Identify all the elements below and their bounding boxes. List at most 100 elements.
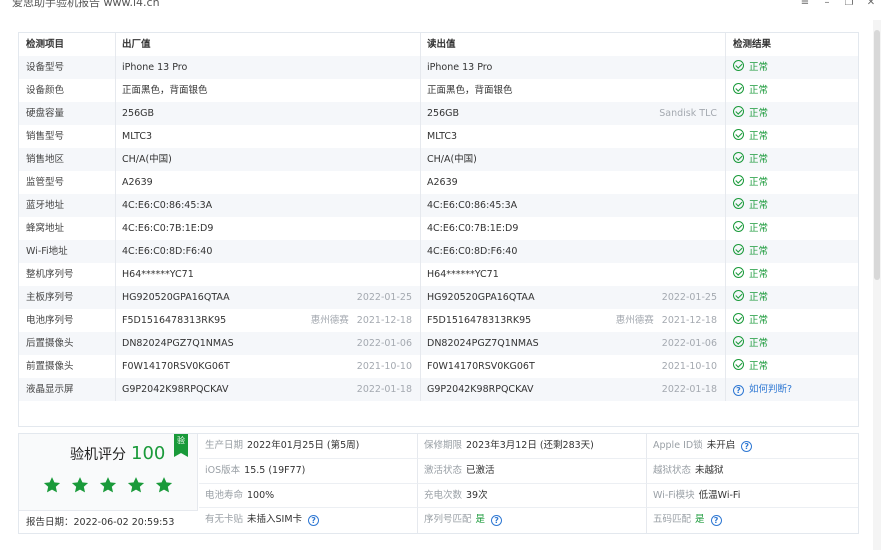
read-value-date: 2022-01-18 bbox=[661, 384, 717, 395]
row-item-label-text: 设备型号 bbox=[26, 62, 65, 73]
info-field: 电池寿命 100% bbox=[199, 484, 417, 509]
read-value-meta: 惠州德赛 2021-12-18 bbox=[616, 309, 717, 332]
read-value: 4C:E6:C0:8D:F6:40 bbox=[420, 240, 725, 263]
info-key: 序列号匹配 bbox=[424, 514, 472, 526]
table-row: 蜂窝地址 4C:E6:C0:7B:1E:D9 4C:E6:C0:7B:1E:D9 正常 bbox=[19, 217, 858, 240]
info-field: 序列号匹配是? bbox=[417, 508, 646, 533]
scrollbar-thumb[interactable] bbox=[874, 30, 880, 280]
factory-value-meta bbox=[404, 240, 412, 263]
read-value-text: iPhone 13 Pro bbox=[427, 62, 493, 73]
factory-value: iPhone 13 Pro bbox=[115, 56, 420, 79]
read-value-text: 4C:E6:C0:86:45:3A bbox=[427, 200, 518, 211]
read-value-meta bbox=[709, 56, 717, 79]
close-icon[interactable]: ✕ bbox=[865, 0, 877, 10]
info-value: 未插入SIM卡 bbox=[247, 514, 303, 526]
result-text: 正常 bbox=[749, 315, 769, 326]
help-icon[interactable]: ? bbox=[710, 515, 722, 527]
row-item-label-text: 蜂窝地址 bbox=[26, 223, 65, 234]
factory-value-date: 2022-01-06 bbox=[356, 338, 412, 349]
check-circle-icon bbox=[733, 221, 744, 232]
result-text: 正常 bbox=[749, 200, 769, 211]
result-how-to-judge-link[interactable]: ? 如何判断? bbox=[725, 378, 858, 401]
check-circle-icon bbox=[733, 313, 744, 324]
read-value-text: MLTC3 bbox=[427, 131, 458, 142]
factory-value-meta bbox=[404, 171, 412, 194]
read-value-meta bbox=[709, 194, 717, 217]
question-circle-icon: ? bbox=[733, 385, 744, 396]
restore-icon[interactable]: ❐ bbox=[843, 0, 855, 10]
row-item-label: 设备颜色 bbox=[19, 79, 115, 102]
result-text: 正常 bbox=[749, 361, 769, 372]
factory-value: DN82024PGZ7Q1NMAS 2022-01-06 bbox=[115, 332, 420, 355]
check-circle-icon bbox=[733, 359, 744, 370]
read-value-text: A2639 bbox=[427, 177, 458, 188]
row-item-label: 监管型号 bbox=[19, 171, 115, 194]
factory-value-date: 2021-12-18 bbox=[356, 315, 412, 326]
row-item-label: 蓝牙地址 bbox=[19, 194, 115, 217]
row-item-label: 蜂窝地址 bbox=[19, 217, 115, 240]
row-item-label-text: 整机序列号 bbox=[26, 269, 74, 280]
result-ok: 正常 bbox=[725, 332, 858, 355]
star-icon bbox=[155, 477, 173, 493]
factory-value: HG920520GPA16QTAA 2022-01-25 bbox=[115, 286, 420, 309]
read-value: iPhone 13 Pro bbox=[420, 56, 725, 79]
factory-value-meta: 惠州德赛 2021-12-18 bbox=[311, 309, 412, 332]
row-item-label: 液晶显示屏 bbox=[19, 378, 115, 401]
header-read: 读出值 bbox=[420, 33, 725, 56]
read-value-text: 256GB bbox=[427, 108, 460, 119]
result-text: 正常 bbox=[749, 108, 769, 119]
info-value: 低温Wi-Fi bbox=[698, 489, 741, 501]
read-value-meta: 2021-10-10 bbox=[654, 355, 717, 378]
info-key: 充电次数 bbox=[424, 489, 463, 501]
read-value: G9P2042K98RPQCKAV 2022-01-18 bbox=[420, 378, 725, 401]
factory-value: G9P2042K98RPQCKAV 2022-01-18 bbox=[115, 378, 420, 401]
factory-value: MLTC3 bbox=[115, 125, 420, 148]
info-key: 激活状态 bbox=[424, 464, 463, 476]
factory-value-text: 4C:E6:C0:86:45:3A bbox=[122, 200, 213, 211]
read-value: HG920520GPA16QTAA 2022-01-25 bbox=[420, 286, 725, 309]
check-circle-icon bbox=[733, 83, 744, 94]
help-icon[interactable]: ? bbox=[741, 441, 753, 452]
factory-value-date: 2022-01-25 bbox=[356, 292, 412, 303]
read-value: F5D1516478313RK95 惠州德赛 2021-12-18 bbox=[420, 309, 725, 332]
info-field: 五码匹配是? bbox=[646, 508, 858, 533]
row-item-label: 后置摄像头 bbox=[19, 332, 115, 355]
header-result: 检测结果 bbox=[725, 33, 858, 56]
minimize-icon[interactable]: – bbox=[821, 0, 833, 10]
result-text: 正常 bbox=[749, 131, 769, 142]
window-controls: ≡ – ❐ ✕ bbox=[799, 0, 877, 10]
info-value: 39次 bbox=[466, 489, 488, 501]
read-value-date: 2022-01-25 bbox=[661, 292, 717, 303]
info-value: 100% bbox=[247, 489, 275, 501]
menu-icon[interactable]: ≡ bbox=[799, 0, 811, 10]
factory-value: F0W14170RSV0KG06T 2021-10-10 bbox=[115, 355, 420, 378]
row-item-label: 销售型号 bbox=[19, 125, 115, 148]
read-value-meta bbox=[709, 171, 717, 194]
row-item-label-text: 前置摄像头 bbox=[26, 361, 74, 372]
result-ok: 正常 bbox=[725, 56, 858, 79]
help-icon[interactable]: ? bbox=[308, 515, 320, 527]
check-circle-icon bbox=[733, 106, 744, 117]
table-row: 主板序列号 HG920520GPA16QTAA 2022-01-25 HG920520… bbox=[19, 286, 858, 309]
table-row: 电池序列号 F5D1516478313RK95 惠州德赛 2021-12-18 F5D1… bbox=[19, 309, 858, 332]
read-value-meta: 2022-01-25 bbox=[654, 286, 717, 309]
info-field: 保修期限 2023年3月12日 (还剩283天) bbox=[417, 434, 646, 459]
read-value: 4C:E6:C0:86:45:3A bbox=[420, 194, 725, 217]
factory-value: H64******YC71 bbox=[115, 263, 420, 286]
read-value-meta: Sandisk TLC bbox=[651, 102, 717, 125]
result-ok: 正常 bbox=[725, 194, 858, 217]
factory-value: 正面黑色，背面银色 bbox=[115, 79, 420, 102]
table-row: 液晶显示屏 G9P2042K98RPQCKAV 2022-01-18 G9P2042K… bbox=[19, 378, 858, 401]
help-icon[interactable]: ? bbox=[491, 515, 503, 527]
result-text: 如何判断? bbox=[749, 384, 793, 395]
result-ok: 正常 bbox=[725, 217, 858, 240]
score-value: 100 bbox=[131, 443, 166, 464]
header-factory: 出厂值 bbox=[115, 33, 420, 56]
factory-value: 4C:E6:C0:8D:F6:40 bbox=[115, 240, 420, 263]
table-row: 后置摄像头 DN82024PGZ7Q1NMAS 2022-01-06 DN82024P… bbox=[19, 332, 858, 355]
factory-value-text: HG920520GPA16QTAA bbox=[122, 292, 230, 303]
read-value-meta bbox=[709, 263, 717, 286]
row-item-label-text: 蓝牙地址 bbox=[26, 200, 65, 211]
result-text: 正常 bbox=[749, 154, 769, 165]
check-circle-icon bbox=[733, 129, 744, 140]
